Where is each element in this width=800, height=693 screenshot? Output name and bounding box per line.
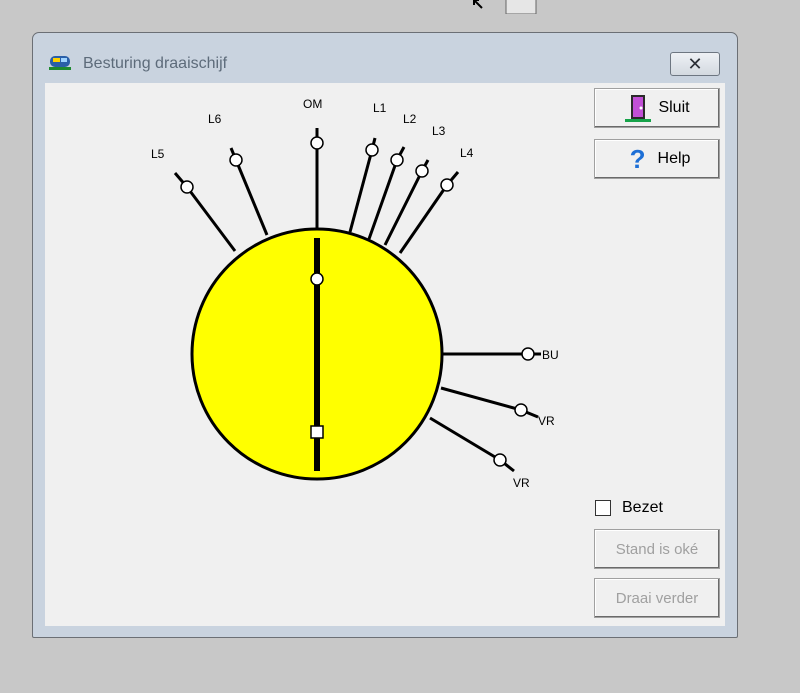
help-label: Help	[657, 150, 691, 167]
label-l1: L1	[373, 101, 387, 115]
track-end-l6[interactable]	[229, 153, 243, 167]
question-mark-icon: ?	[629, 143, 646, 174]
client-area: L5 L6 OM L1 L2 L3 L4 BU VR VR Sluit ? He…	[45, 83, 725, 626]
bezet-checkbox-row[interactable]: Bezet	[595, 497, 663, 519]
track-end-l5[interactable]	[180, 180, 194, 194]
sluit-label: Sluit	[658, 99, 690, 116]
draai-verder-label: Draai verder	[615, 589, 699, 607]
label-vr-2: VR	[513, 476, 530, 490]
label-l4: L4	[460, 146, 474, 160]
sluit-button[interactable]: Sluit	[594, 88, 720, 128]
help-button[interactable]: ? Help	[594, 139, 720, 179]
track-end-l3[interactable]	[415, 164, 429, 178]
track-l5	[185, 186, 237, 252]
window-title: Besturing draaischijf	[83, 55, 228, 72]
stand-is-oke-label: Stand is oké	[615, 540, 699, 558]
track-vr-1	[440, 386, 522, 412]
label-om: OM	[303, 97, 322, 111]
track-end-l2[interactable]	[390, 153, 404, 167]
track-l4	[398, 184, 449, 254]
bezet-checkbox[interactable]	[595, 500, 611, 516]
label-l2: L2	[403, 112, 417, 126]
track-end-l1[interactable]	[365, 143, 379, 157]
label-l6: L6	[208, 112, 222, 126]
turntable-diagram: L5 L6 OM L1 L2 L3 L4 BU VR VR	[151, 97, 559, 490]
track-end-bu[interactable]	[521, 347, 535, 361]
close-button[interactable]: ✕	[670, 52, 720, 76]
draai-verder-button[interactable]: Draai verder	[594, 578, 720, 618]
title-bar[interactable]: Besturing draaischijf ✕	[33, 33, 737, 83]
track-end-l4[interactable]	[440, 178, 454, 192]
track-l1	[348, 149, 374, 233]
stand-is-oke-button[interactable]: Stand is oké	[594, 529, 720, 569]
track-vr-2	[429, 416, 501, 462]
label-l3: L3	[432, 124, 446, 138]
track-end-vr-2[interactable]	[493, 453, 507, 467]
track-end-vr-1[interactable]	[514, 403, 528, 417]
bridge-end-circle	[310, 272, 324, 286]
label-l5: L5	[151, 147, 165, 161]
close-icon: ✕	[687, 53, 703, 74]
train-icon	[49, 56, 71, 70]
door-exit-icon	[624, 93, 652, 123]
mouse-cursor-icon	[473, 0, 537, 14]
bridge-end-square	[310, 425, 324, 439]
track-end-om[interactable]	[310, 136, 324, 150]
bezet-label: Bezet	[622, 499, 663, 516]
track-l6	[234, 159, 269, 236]
turntable-control-window: Besturing draaischijf ✕ L5 L6 OM L1 L2 L…	[32, 32, 738, 638]
label-bu: BU	[542, 348, 559, 362]
label-vr-1: VR	[538, 414, 555, 428]
